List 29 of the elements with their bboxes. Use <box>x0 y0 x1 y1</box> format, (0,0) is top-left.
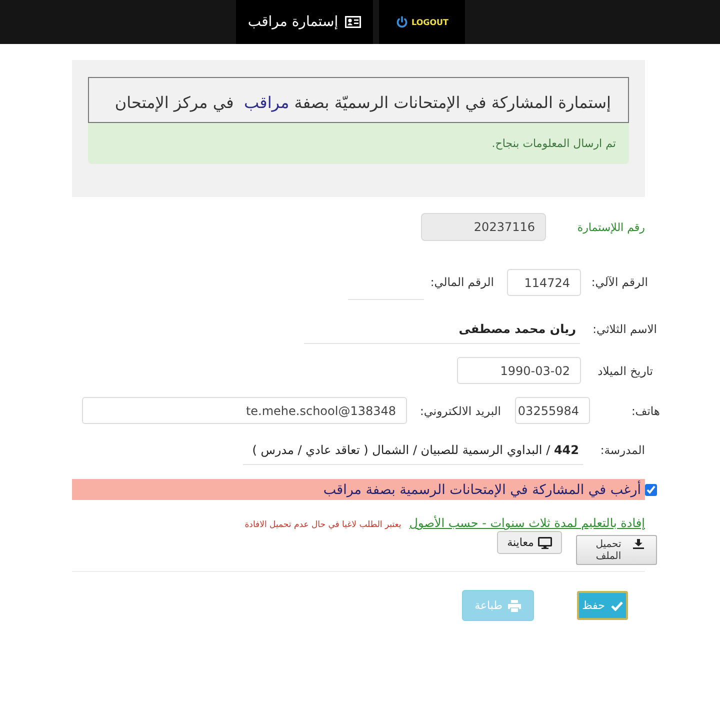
success-alert: تم ارسال المعلومات بنجاح. <box>88 123 629 164</box>
field-label: رقم اللإستمارة <box>576 220 645 234</box>
form-title: إستمارة المشاركة في الإمتحانات الرسميّة بصفة مراقب في مركز الإمتحان <box>88 77 629 123</box>
input-field[interactable]: te.mehe.school@138348 <box>82 397 407 424</box>
warning-text: يعتبر الطلب لاغيا في حال عدم تحميل الافادة <box>244 520 402 530</box>
power-icon <box>396 16 408 28</box>
input-field[interactable]: 03255984 <box>515 397 590 424</box>
field-label: الاسم الثلاثي: <box>592 322 657 336</box>
input-field[interactable]: 1990-03-02 <box>457 357 581 384</box>
id-card-icon <box>345 16 362 28</box>
download-icon <box>632 539 644 549</box>
agreement-banner: أرغب في المشاركة في الإمتحانات الرسمية بصفة مراقب <box>72 479 645 500</box>
field-label: هاتف: <box>630 404 660 418</box>
certificate-link[interactable]: إفادة بالتعليم لمدة ثلاث سنوات - حسب الأصول <box>409 516 645 530</box>
upload-button[interactable]: تحميل الملف <box>576 535 657 565</box>
input-field[interactable]: 114724 <box>507 269 581 296</box>
field-label: تاريخ الميلاد <box>596 364 653 378</box>
readonly-field[interactable]: 20237116 <box>421 213 546 241</box>
preview-button[interactable]: معاينة <box>497 531 562 554</box>
check-icon <box>610 600 623 610</box>
printer-icon <box>508 600 522 612</box>
agreement-checkbox[interactable] <box>645 484 657 496</box>
field-label: المدرسة: <box>599 443 645 457</box>
field-label: البريد الالكتروني: <box>418 404 502 418</box>
logout-button[interactable]: LOGOUT <box>379 0 465 44</box>
field-label: الرقم الآلي: <box>590 274 648 291</box>
monitor-icon <box>538 536 552 548</box>
nav-tab[interactable]: إستمارة مراقب <box>236 0 373 44</box>
field-label: الرقم المالي: <box>429 274 495 291</box>
